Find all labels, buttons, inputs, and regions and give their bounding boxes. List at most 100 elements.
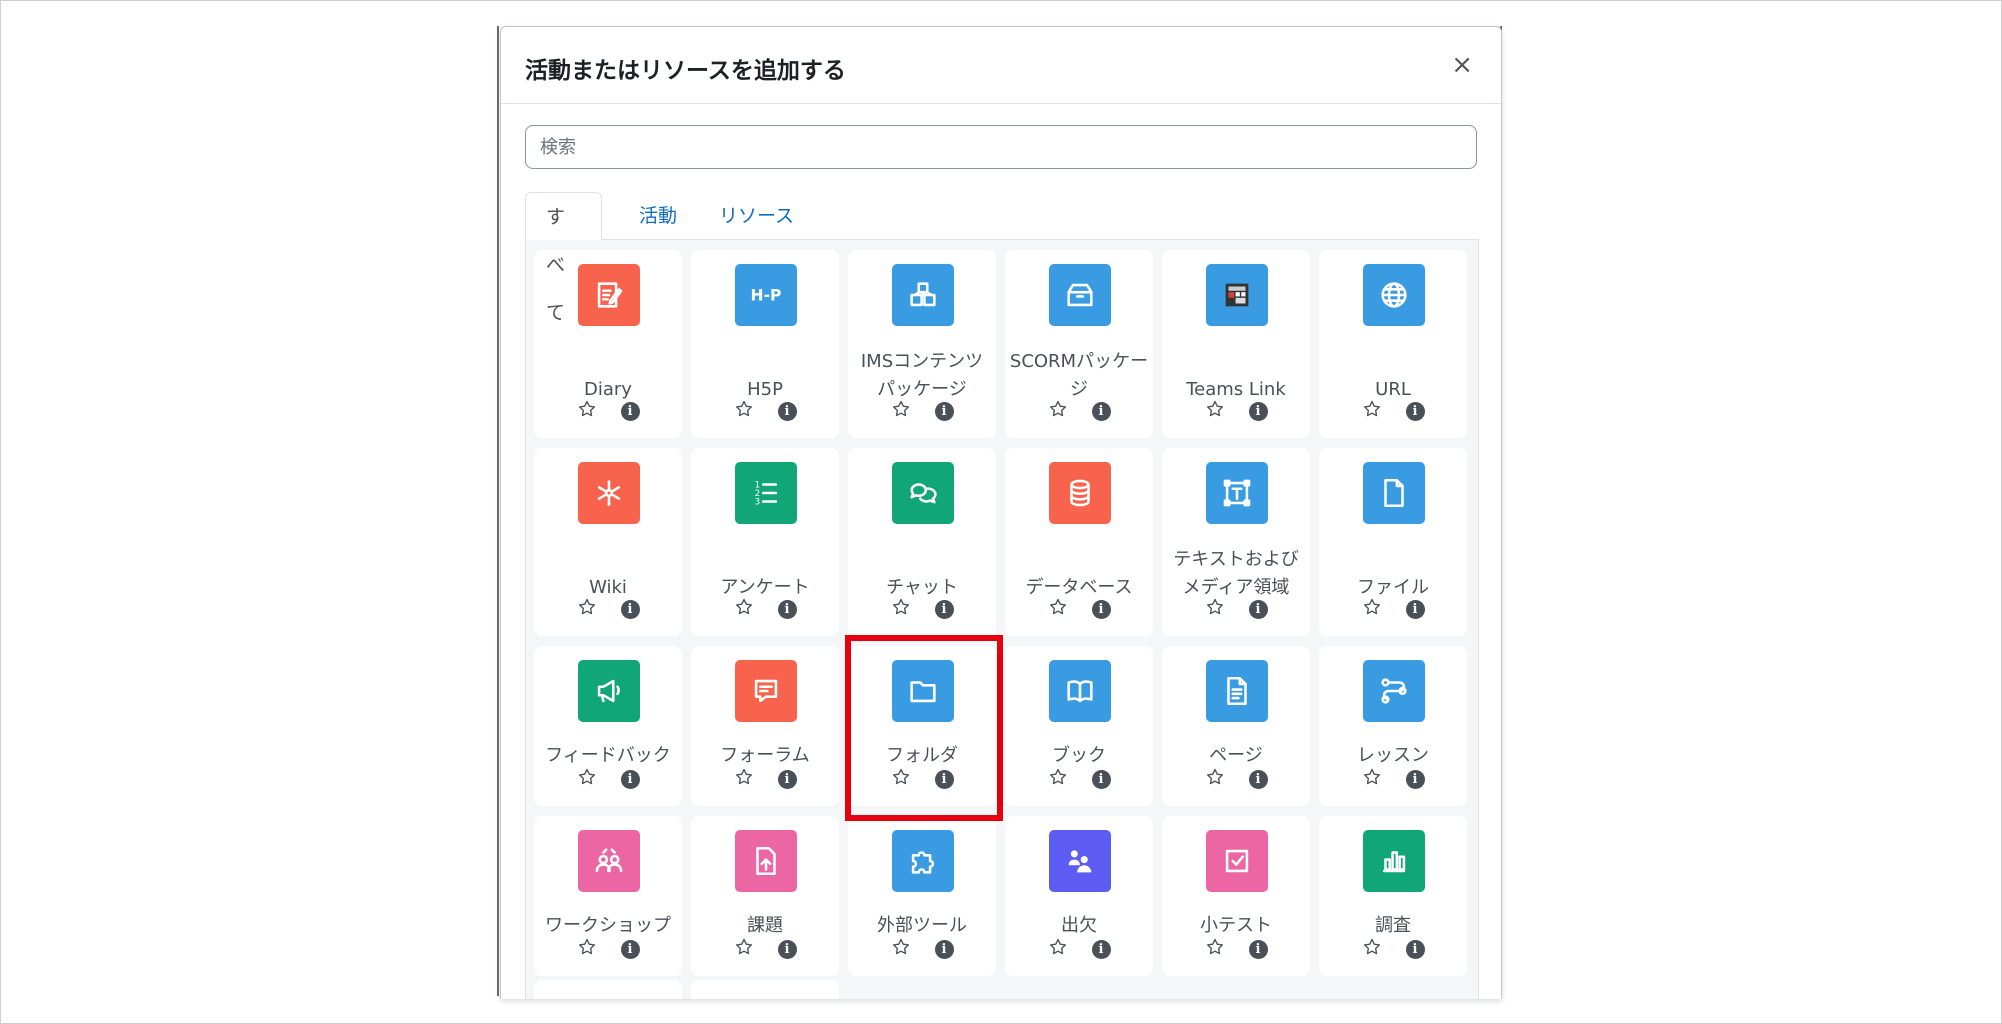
- info-icon[interactable]: i: [777, 599, 797, 619]
- star-icon[interactable]: [577, 767, 597, 791]
- info-icon[interactable]: i: [934, 769, 954, 789]
- module-card[interactable]: 調査 i: [1319, 816, 1467, 976]
- module-card[interactable]: SCORMパッケージ i: [1005, 250, 1153, 438]
- star-icon[interactable]: [1362, 399, 1382, 423]
- star-icon[interactable]: [577, 937, 597, 961]
- database-icon: [1049, 462, 1111, 524]
- info-icon[interactable]: i: [1405, 401, 1425, 421]
- module-card[interactable]: 小テスト i: [1162, 816, 1310, 976]
- info-icon[interactable]: i: [934, 939, 954, 959]
- info-icon[interactable]: i: [934, 599, 954, 619]
- tab-activities[interactable]: 活動: [619, 192, 697, 240]
- info-icon[interactable]: i: [1248, 939, 1268, 959]
- info-icon[interactable]: i: [1091, 401, 1111, 421]
- info-icon[interactable]: i: [620, 401, 640, 421]
- module-card[interactable]: ファイル i: [1319, 448, 1467, 636]
- module-card[interactable]: データベース i: [1005, 448, 1153, 636]
- star-icon[interactable]: [891, 399, 911, 423]
- search-input[interactable]: [525, 125, 1477, 169]
- diary-icon: [578, 264, 640, 326]
- tab-resources[interactable]: リソース: [699, 192, 814, 240]
- module-card[interactable]: レッスン i: [1319, 646, 1467, 806]
- star-icon[interactable]: [734, 597, 754, 621]
- module-card[interactable]: H-P H5P i: [691, 250, 839, 438]
- module-card[interactable]: ページ i: [1162, 646, 1310, 806]
- module-card[interactable]: チャット i: [848, 448, 996, 636]
- info-icon[interactable]: i: [1091, 599, 1111, 619]
- star-icon[interactable]: [891, 597, 911, 621]
- module-name: フォーラム: [720, 745, 810, 766]
- globe-icon: [1363, 264, 1425, 326]
- info-icon[interactable]: i: [777, 939, 797, 959]
- star-icon[interactable]: [1048, 597, 1068, 621]
- module-actions: i: [848, 766, 996, 792]
- module-card[interactable]: 1 2 3 アンケート i: [691, 448, 839, 636]
- star-icon[interactable]: [577, 399, 597, 423]
- svg-text:H-P: H-P: [751, 287, 782, 305]
- close-button[interactable]: ×: [1451, 52, 1473, 78]
- star-icon[interactable]: [1362, 937, 1382, 961]
- module-card[interactable]: URL i: [1319, 250, 1467, 438]
- module-card[interactable]: ワークショップ i: [534, 816, 682, 976]
- info-icon[interactable]: i: [1091, 769, 1111, 789]
- info-icon[interactable]: i: [620, 599, 640, 619]
- info-icon[interactable]: i: [1405, 769, 1425, 789]
- questionnaire-icon: 123: [735, 462, 797, 524]
- module-name: 調査: [1375, 915, 1411, 936]
- star-icon[interactable]: [734, 767, 754, 791]
- module-name: 課題: [747, 915, 783, 936]
- info-icon[interactable]: i: [1091, 939, 1111, 959]
- module-card[interactable]: IMSコンテンツパッケージ i: [848, 250, 996, 438]
- star-icon[interactable]: [577, 597, 597, 621]
- star-icon[interactable]: [734, 399, 754, 423]
- module-name: データベース: [1025, 577, 1133, 598]
- star-icon[interactable]: [891, 767, 911, 791]
- module-card[interactable]: フォーラム i: [691, 646, 839, 806]
- module-card[interactable]: フィードバック i: [534, 646, 682, 806]
- module-card[interactable]: 出欠 i: [1005, 816, 1153, 976]
- info-icon[interactable]: i: [1405, 599, 1425, 619]
- star-icon[interactable]: [734, 937, 754, 961]
- star-icon[interactable]: [1205, 937, 1225, 961]
- backdrop-edge-left: [497, 26, 499, 996]
- activity-chooser-modal: 活動またはリソースを追加する × すべて 活動 リソース DiaryiH-PH5…: [500, 26, 1502, 999]
- info-icon[interactable]: i: [620, 939, 640, 959]
- teams-link-icon: [1206, 264, 1268, 326]
- star-icon[interactable]: [1362, 767, 1382, 791]
- star-icon[interactable]: [1205, 767, 1225, 791]
- modal-header: 活動またはリソースを追加する ×: [501, 27, 1501, 104]
- star-icon[interactable]: [891, 937, 911, 961]
- info-icon[interactable]: i: [777, 401, 797, 421]
- module-actions: i: [691, 766, 839, 792]
- star-icon[interactable]: [1205, 399, 1225, 423]
- info-icon[interactable]: i: [1248, 599, 1268, 619]
- star-icon[interactable]: [1048, 937, 1068, 961]
- module-card[interactable]: ブック i: [1005, 646, 1153, 806]
- star-icon[interactable]: [1362, 597, 1382, 621]
- module-actions: i: [534, 596, 682, 622]
- module-name: 外部ツール: [877, 915, 967, 936]
- module-card[interactable]: Teams Link i: [1162, 250, 1310, 438]
- star-icon[interactable]: [1048, 399, 1068, 423]
- module-name: URL: [1375, 379, 1411, 400]
- module-card[interactable]: フォルダ i: [848, 646, 996, 806]
- module-card[interactable]: Wiki i: [534, 448, 682, 636]
- module-actions: i: [1319, 936, 1467, 962]
- info-icon[interactable]: i: [1405, 939, 1425, 959]
- module-actions: i: [691, 596, 839, 622]
- module-card[interactable]: 外部ツール i: [848, 816, 996, 976]
- tab-all[interactable]: すべて: [525, 192, 602, 324]
- modal-title: 活動またはリソースを追加する: [525, 58, 846, 84]
- module-name: ワークショップ: [545, 915, 671, 936]
- info-icon[interactable]: i: [1248, 401, 1268, 421]
- module-card[interactable]: テキストおよびメディア領域 i: [1162, 448, 1310, 636]
- info-icon[interactable]: i: [620, 769, 640, 789]
- module-card[interactable]: 課題 i: [691, 816, 839, 976]
- star-icon[interactable]: [1205, 597, 1225, 621]
- module-name: Wiki: [589, 577, 627, 598]
- file-icon: [1363, 462, 1425, 524]
- info-icon[interactable]: i: [1248, 769, 1268, 789]
- star-icon[interactable]: [1048, 767, 1068, 791]
- info-icon[interactable]: i: [777, 769, 797, 789]
- info-icon[interactable]: i: [934, 401, 954, 421]
